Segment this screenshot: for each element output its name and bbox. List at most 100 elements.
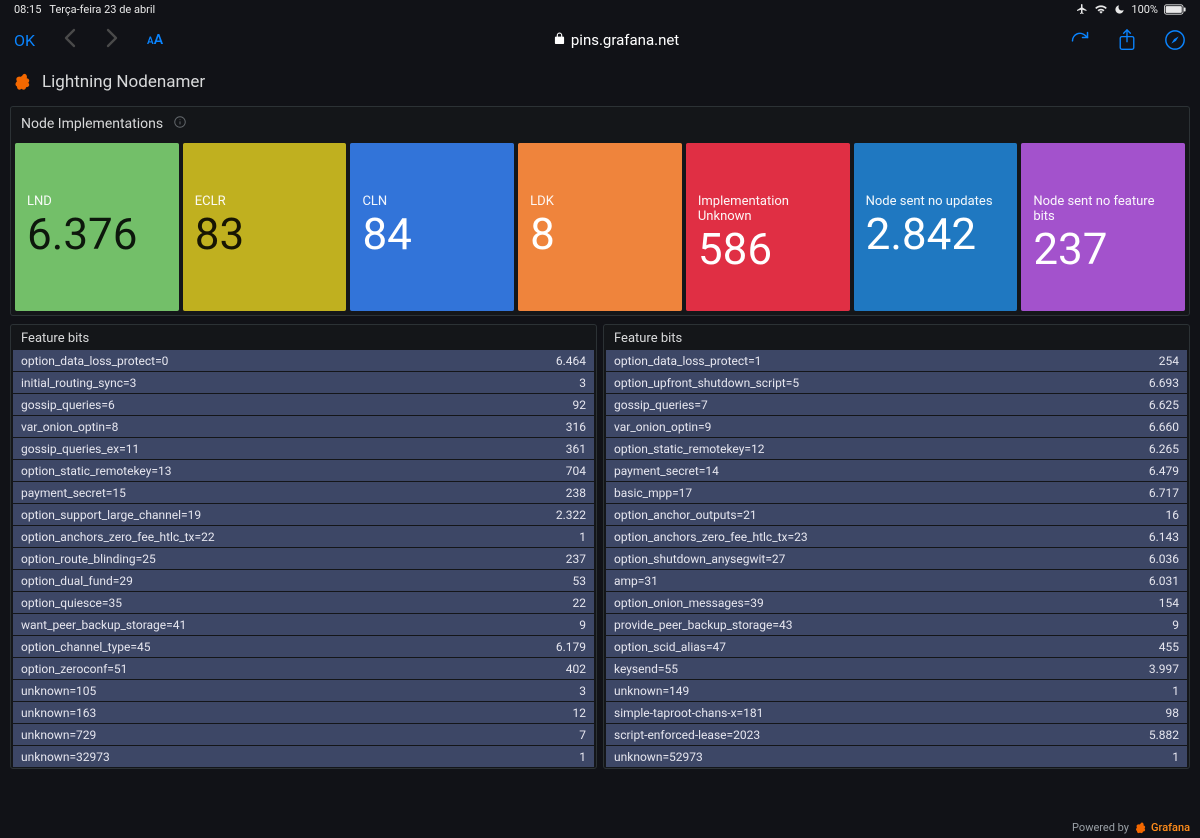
row-header-node-implementations[interactable]: Node Implementations (10, 106, 1190, 139)
airplane-mode-icon (1076, 3, 1088, 15)
table-row[interactable]: option_static_remotekey=13704 (13, 460, 594, 481)
safari-compass-button[interactable] (1164, 29, 1186, 51)
table-row[interactable]: gossip_queries=6 92 (13, 394, 594, 415)
feature-value: 1 (1164, 684, 1179, 698)
table-row[interactable]: option_anchor_outputs=2116 (606, 504, 1187, 525)
battery-icon (1164, 4, 1186, 15)
feature-value: 254 (1151, 354, 1179, 368)
feature-name: option_upfront_shutdown_script=5 (614, 376, 799, 390)
table-row[interactable]: gossip_queries_ex=11361 (13, 438, 594, 459)
grafana-brand[interactable]: Grafana (1135, 821, 1190, 834)
feature-value: 6.464 (548, 354, 586, 368)
stat-label: Implementation Unknown (698, 195, 838, 225)
table-row[interactable]: option_channel_type=456.179 (13, 636, 594, 657)
feature-bits-table[interactable]: option_data_loss_protect=06.464initial_r… (11, 350, 596, 768)
table-row[interactable]: option_static_remotekey=126.265 (606, 438, 1187, 459)
feature-value: 704 (558, 464, 586, 478)
table-row[interactable]: unknown=16312 (13, 702, 594, 723)
feature-name: keysend=55 (614, 662, 678, 676)
feature-name: gossip_queries=6 (21, 398, 115, 412)
battery-percent: 100% (1131, 3, 1158, 16)
feature-value: 16 (1158, 508, 1180, 522)
feature-value: 92 (565, 398, 587, 412)
feature-bits-table[interactable]: option_data_loss_protect=1254option_upfr… (604, 350, 1189, 768)
table-row[interactable]: basic_mpp=17 6.717 (606, 482, 1187, 503)
ipad-status-bar: 08:15 Terça-feira 23 de abril 100% (0, 0, 1200, 18)
stat-panel[interactable]: Implementation Unknown586 (686, 143, 850, 311)
stat-panel[interactable]: Node sent no updates2.842 (854, 143, 1018, 311)
wifi-icon (1094, 4, 1108, 14)
browser-toolbar: OK AA pins.grafana.net (0, 18, 1200, 62)
feature-name: basic_mpp=17 (614, 486, 692, 500)
table-row[interactable]: keysend=553.997 (606, 658, 1187, 679)
feature-name: option_scid_alias=47 (614, 640, 726, 654)
table-row[interactable]: unknown=7297 (13, 724, 594, 745)
table-row[interactable]: option_data_loss_protect=1254 (606, 350, 1187, 371)
stat-panels-row: LND6.376ECLR83CLN84LDK8Implementation Un… (10, 139, 1190, 316)
stat-panel[interactable]: ECLR83 (183, 143, 347, 311)
table-row[interactable]: unknown=1053 (13, 680, 594, 701)
table-row[interactable]: option_shutdown_anysegwit=276.036 (606, 548, 1187, 569)
table-row[interactable]: payment_secret=146.479 (606, 460, 1187, 481)
stat-value: 84 (362, 210, 502, 258)
text-size-button[interactable]: AA (147, 32, 163, 48)
table-row[interactable]: var_onion_optin=8316 (13, 416, 594, 437)
table-row[interactable]: gossip_queries=76.625 (606, 394, 1187, 415)
feature-value: 316 (558, 420, 586, 434)
table-row[interactable]: unknown=149 1 (606, 680, 1187, 701)
stat-panel[interactable]: CLN84 (350, 143, 514, 311)
done-button[interactable]: OK (14, 31, 35, 50)
table-row[interactable]: option_onion_messages=39154 (606, 592, 1187, 613)
table-row[interactable]: unknown=329731 (13, 746, 594, 767)
stat-panel[interactable]: LND6.376 (15, 143, 179, 311)
table-row[interactable]: option_upfront_shutdown_script=5 6.693 (606, 372, 1187, 393)
feature-value: 6.143 (1141, 530, 1179, 544)
stat-value: 8 (530, 210, 670, 258)
feature-value: 237 (558, 552, 586, 566)
table-row[interactable]: option_quiesce=3522 (13, 592, 594, 613)
table-row[interactable]: amp=316.031 (606, 570, 1187, 591)
feature-name: option_anchors_zero_fee_htlc_tx=22 (21, 530, 215, 544)
feature-value: 9 (1164, 618, 1179, 632)
table-row[interactable]: script-enforced-lease=20235.882 (606, 724, 1187, 745)
feature-name: unknown=105 (21, 684, 96, 698)
dashboard-header: Lightning Nodenamer (0, 62, 1200, 98)
feature-value: 9 (571, 618, 586, 632)
table-row[interactable]: option_zeroconf=51402 (13, 658, 594, 679)
reload-button[interactable] (1070, 30, 1090, 50)
dnd-moon-icon (1114, 4, 1125, 15)
url-bar[interactable]: pins.grafana.net (554, 31, 679, 49)
back-button[interactable] (63, 28, 77, 52)
stat-panel[interactable]: LDK8 (518, 143, 682, 311)
table-row[interactable]: option_route_blinding=25237 (13, 548, 594, 569)
feature-bits-right-panel: Feature bits option_data_loss_protect=12… (603, 324, 1190, 769)
forward-button[interactable] (105, 28, 119, 52)
table-row[interactable]: initial_routing_sync=33 (13, 372, 594, 393)
table-row[interactable]: payment_secret=15238 (13, 482, 594, 503)
stat-value: 2.842 (866, 210, 1006, 258)
table-row[interactable]: option_anchors_zero_fee_htlc_tx=221 (13, 526, 594, 547)
table-row[interactable]: simple-taproot-chans-x=18198 (606, 702, 1187, 723)
table-row[interactable]: option_anchors_zero_fee_htlc_tx=23 6.143 (606, 526, 1187, 547)
share-button[interactable] (1118, 29, 1136, 51)
dashboard-title[interactable]: Lightning Nodenamer (42, 72, 205, 92)
grafana-footer: Powered by Grafana (1072, 821, 1190, 834)
feature-name: unknown=149 (614, 684, 689, 698)
table-row[interactable]: option_scid_alias=47455 (606, 636, 1187, 657)
table-row[interactable]: unknown=529731 (606, 746, 1187, 767)
feature-value: 6.693 (1141, 376, 1179, 390)
stat-panel[interactable]: Node sent no feature bits237 (1021, 143, 1185, 311)
table-row[interactable]: var_onion_optin=96.660 (606, 416, 1187, 437)
table-row[interactable]: option_support_large_channel=192.322 (13, 504, 594, 525)
feature-value: 6.717 (1141, 486, 1179, 500)
table-row[interactable]: option_dual_fund=2953 (13, 570, 594, 591)
table-row[interactable]: option_data_loss_protect=06.464 (13, 350, 594, 371)
info-icon[interactable] (173, 115, 187, 133)
feature-value: 1 (1164, 750, 1179, 764)
table-row[interactable]: want_peer_backup_storage=419 (13, 614, 594, 635)
feature-name: option_anchors_zero_fee_htlc_tx=23 (614, 530, 808, 544)
panel-title: Feature bits (604, 325, 1189, 350)
feature-name: option_dual_fund=29 (21, 574, 133, 588)
status-date: Terça-feira 23 de abril (49, 3, 155, 16)
table-row[interactable]: provide_peer_backup_storage=439 (606, 614, 1187, 635)
